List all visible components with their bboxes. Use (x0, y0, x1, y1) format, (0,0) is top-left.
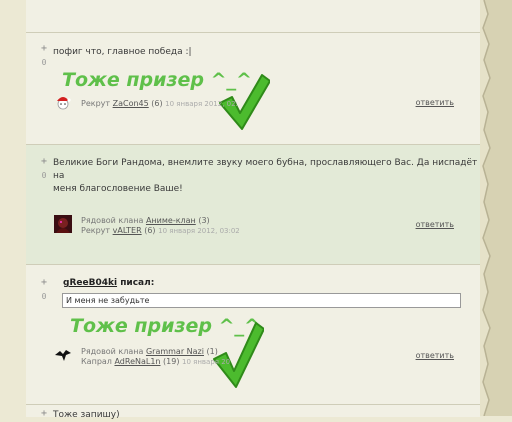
vote-widget: + 0 (38, 157, 50, 181)
comment-item: + Тоже запишу) (26, 404, 480, 420)
reply-link[interactable]: ответить (416, 351, 454, 360)
author-count: (19) (163, 357, 180, 366)
torn-paper-edge (478, 0, 512, 416)
vote-widget: + 0 (38, 278, 50, 302)
quote-author-name[interactable]: gReeB04ki (63, 278, 117, 288)
vote-score: 0 (41, 292, 47, 301)
vote-widget: + (38, 409, 50, 419)
previous-comment-tail (26, 0, 480, 32)
author-rank: Рекрут (81, 226, 111, 235)
avatar[interactable] (54, 215, 72, 233)
comment-date: 10 января 2012, 02: (165, 100, 238, 108)
clan-rank: Рядовой клана (81, 216, 144, 225)
author-name-link[interactable]: vALTER (113, 226, 142, 235)
comment-item: + 0 пофиг что, главное победа :| Тоже пр… (26, 32, 480, 145)
comment-text-line: меня благословение Ваше! (53, 184, 183, 194)
checkmark-icon (213, 322, 264, 388)
quote-box: И меня не забудьте (62, 293, 461, 308)
author-line: Рекрут vALTER (6) 10 января 2012, 03:02 (81, 225, 240, 237)
author-count: (6) (144, 226, 156, 235)
comment-item: + 0 Великие Боги Рандома, внемлите звуку… (26, 144, 480, 265)
author-rank: Капрал (81, 357, 112, 366)
clan-count: (3) (198, 216, 210, 225)
comment-item: + 0 gReeB04ki писал: И меня не забудьте … (26, 264, 480, 405)
comment-text-line: Великие Боги Рандома, внемлите звуку мое… (53, 158, 478, 181)
vote-plus-button[interactable]: + (38, 157, 50, 167)
clan-rank: Рядовой клана (81, 347, 144, 356)
comment-feed: + 0 пофиг что, главное победа :| Тоже пр… (26, 0, 480, 420)
reply-link[interactable]: ответить (416, 220, 454, 229)
author-line: Капрал AdReNaL1n (19) 10 января 20 (81, 356, 230, 368)
clan-count: (1) (206, 347, 218, 356)
author-name-link[interactable]: AdReNaL1n (114, 357, 160, 366)
author-name-link[interactable]: ZaCon45 (113, 99, 149, 108)
comment-date: 10 января 20 (182, 358, 231, 366)
comment-date: 10 января 2012, 03:02 (158, 227, 240, 235)
vote-plus-button[interactable]: + (38, 409, 50, 419)
vote-widget: + 0 (38, 44, 50, 68)
comment-text: Великие Боги Рандома, внемлите звуку мое… (53, 157, 480, 196)
vote-score: 0 (41, 171, 47, 180)
comment-text: пофиг что, главное победа :| (53, 47, 192, 57)
avatar[interactable] (54, 93, 72, 111)
vote-plus-button[interactable]: + (38, 44, 50, 54)
quote-author: gReeB04ki писал: (63, 278, 154, 288)
author-line: Рекрут ZaCon45 (6) 10 января 2012, 02: (81, 98, 238, 110)
avatar[interactable] (54, 345, 72, 363)
vote-score: 0 (41, 58, 47, 67)
quote-author-suffix: писал: (120, 278, 155, 288)
clan-name-link[interactable]: Grammar Nazi (146, 347, 204, 356)
author-count: (6) (151, 99, 163, 108)
author-rank: Рекрут (81, 99, 111, 108)
clan-name-link[interactable]: Аниме-клан (146, 216, 196, 225)
reply-link[interactable]: ответить (416, 98, 454, 107)
vote-plus-button[interactable]: + (38, 278, 50, 288)
